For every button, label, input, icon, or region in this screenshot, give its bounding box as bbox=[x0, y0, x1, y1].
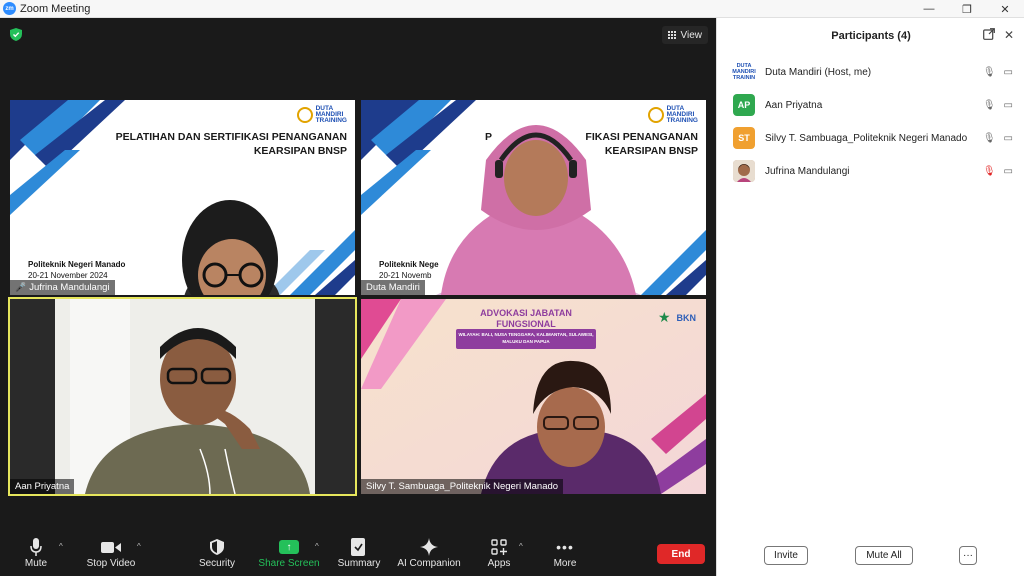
bkn-logo: ★ BKN bbox=[658, 309, 696, 326]
more-button[interactable]: ••• More bbox=[533, 536, 597, 569]
microphone-icon[interactable]: 🎙 bbox=[983, 100, 996, 111]
participant-row[interactable]: AP Aan Priyatna 🎙 ▭ bbox=[733, 92, 1017, 118]
video-stage: View DUTA MANDIRI TRAINING PELATIHAN DAN… bbox=[0, 18, 716, 532]
share-screen-icon: ↑ bbox=[279, 540, 299, 554]
participants-title: Participants (4) bbox=[831, 30, 911, 42]
mute-button[interactable]: Mute bbox=[4, 536, 68, 569]
more-options-button[interactable]: ··· bbox=[959, 546, 977, 565]
slide-logos: DUTA MANDIRI TRAINING bbox=[296, 105, 347, 124]
slide-location: Politeknik Nege bbox=[379, 260, 439, 269]
encryption-shield-icon[interactable] bbox=[10, 28, 22, 41]
summary-icon bbox=[351, 536, 367, 558]
participant-row[interactable]: ST Silvy T. Sambuaga_Politeknik Negeri M… bbox=[733, 125, 1017, 151]
share-options-caret-icon[interactable]: ^ bbox=[315, 542, 319, 551]
video-camera-icon[interactable]: ▭ bbox=[1004, 100, 1013, 111]
slide-title-fragment: P bbox=[485, 131, 493, 143]
stop-video-button[interactable]: Stop Video bbox=[79, 536, 143, 569]
apps-icon bbox=[491, 536, 507, 558]
slide-title: FIKASI PENANGANAN KEARSIPAN BNSP bbox=[585, 131, 698, 157]
bkn-logo-text: BKN bbox=[676, 312, 697, 323]
video-camera-icon bbox=[101, 536, 121, 558]
star-logo-icon: ★ bbox=[657, 309, 671, 325]
video-tile-jufrina[interactable]: DUTA MANDIRI TRAINING PELATIHAN DAN SERTIF… bbox=[10, 100, 355, 295]
participant-name-tag: Duta Mandiri bbox=[361, 280, 425, 295]
apps-button[interactable]: Apps bbox=[467, 536, 531, 569]
avatar: AP bbox=[733, 94, 755, 116]
avatar bbox=[733, 160, 755, 182]
window-controls: — ❐ ✕ bbox=[910, 0, 1024, 18]
mute-options-caret-icon[interactable]: ^ bbox=[59, 542, 63, 551]
participants-panel: Participants (4) ✕ DUTA MANDIRI TRAININ … bbox=[716, 18, 1024, 576]
title-bar: zm Zoom Meeting — ❐ ✕ bbox=[0, 0, 1024, 18]
close-window-button[interactable]: ✕ bbox=[986, 0, 1024, 18]
view-button[interactable]: View bbox=[661, 26, 708, 44]
close-panel-icon[interactable]: ✕ bbox=[1004, 28, 1014, 42]
mute-all-button[interactable]: Mute All bbox=[855, 546, 913, 565]
restore-button[interactable]: ❐ bbox=[948, 0, 986, 18]
window-title: Zoom Meeting bbox=[20, 2, 91, 15]
zoom-logo-icon: zm bbox=[3, 2, 16, 15]
slide-region: WILAYAH: BALI, NUSA TENGGARA, KALIMANTAN… bbox=[458, 332, 594, 344]
security-shield-icon bbox=[210, 536, 224, 558]
video-camera-icon[interactable]: ▭ bbox=[1004, 67, 1013, 78]
invite-button[interactable]: Invite bbox=[764, 546, 808, 565]
camera-feed bbox=[10, 299, 355, 494]
apps-options-caret-icon[interactable]: ^ bbox=[519, 542, 523, 551]
share-screen-button[interactable]: ↑ Share Screen bbox=[257, 536, 321, 569]
video-tile-silvy-sambuaga[interactable]: ADVOKASI JABATAN FUNGSIONAL BIDANG PERPU… bbox=[361, 299, 706, 494]
ai-companion-button[interactable]: AI Companion bbox=[397, 536, 461, 569]
participant-name-tag: Aan Priyatna bbox=[10, 479, 75, 494]
participant-name: Duta Mandiri (Host, me) bbox=[765, 66, 872, 78]
duta-mandiri-logo: DUTA MANDIRI TRAINING bbox=[666, 105, 698, 124]
meeting-toolbar: Mute ^ Stop Video ^ Security ↑ Share Scr… bbox=[0, 532, 716, 576]
mic-muted-icon: 🎤 bbox=[15, 282, 27, 292]
participant-name-tag: Silvy T. Sambuaga_Politeknik Negeri Mana… bbox=[361, 479, 564, 494]
duta-mandiri-logo: DUTA MANDIRI TRAINING bbox=[315, 105, 347, 124]
slide-logos: DUTA MANDIRI TRAINING bbox=[647, 105, 698, 124]
microphone-icon[interactable]: 🎙 bbox=[983, 67, 996, 78]
microphone-icon bbox=[30, 536, 42, 558]
poltek-logo-icon bbox=[296, 107, 313, 123]
avatar: DUTA MANDIRI TRAININ bbox=[732, 61, 756, 83]
summary-button[interactable]: Summary bbox=[327, 536, 391, 569]
participant-name: Aan Priyatna bbox=[765, 99, 823, 111]
participant-name-tag: 🎤 Jufrina Mandulangi bbox=[10, 280, 115, 295]
sparkle-icon bbox=[420, 536, 438, 558]
participant-row[interactable]: DUTA MANDIRI TRAININ Duta Mandiri (Host,… bbox=[732, 59, 1017, 85]
pop-out-icon[interactable] bbox=[983, 28, 995, 43]
participant-name: Jufrina Mandulangi bbox=[765, 165, 850, 177]
video-options-caret-icon[interactable]: ^ bbox=[137, 542, 141, 551]
minimize-button[interactable]: — bbox=[910, 0, 948, 18]
slide-location: Politeknik Negeri Manado bbox=[28, 260, 126, 269]
grid-view-icon bbox=[668, 31, 677, 40]
video-camera-icon[interactable]: ▭ bbox=[1004, 166, 1013, 177]
microphone-icon[interactable]: 🎙 bbox=[983, 133, 996, 144]
slide-date: 20-21 Novemb bbox=[379, 271, 432, 280]
security-button[interactable]: Security bbox=[185, 536, 249, 569]
video-camera-icon[interactable]: ▭ bbox=[1004, 133, 1013, 144]
view-label: View bbox=[680, 29, 703, 41]
slide-date: 20-21 November 2024 bbox=[28, 271, 108, 280]
avatar: ST bbox=[733, 127, 755, 149]
end-meeting-button[interactable]: End bbox=[657, 544, 705, 564]
slide-title: PELATIHAN DAN SERTIFIKASI PENANGANAN KEA… bbox=[115, 131, 347, 157]
participant-name: Silvy T. Sambuaga_Politeknik Negeri Mana… bbox=[765, 132, 968, 144]
participant-row[interactable]: Jufrina Mandulangi 🎙 ▭ bbox=[733, 158, 1017, 184]
poltek-logo-icon bbox=[647, 107, 664, 123]
microphone-muted-icon[interactable]: 🎙 bbox=[983, 166, 996, 177]
video-tile-aan-priyatna[interactable]: Aan Priyatna bbox=[8, 297, 357, 496]
more-dots-icon: ••• bbox=[556, 539, 574, 555]
video-tile-duta-mandiri[interactable]: DUTA MANDIRI TRAINING P FIKASI PENANGANAN … bbox=[361, 100, 706, 295]
